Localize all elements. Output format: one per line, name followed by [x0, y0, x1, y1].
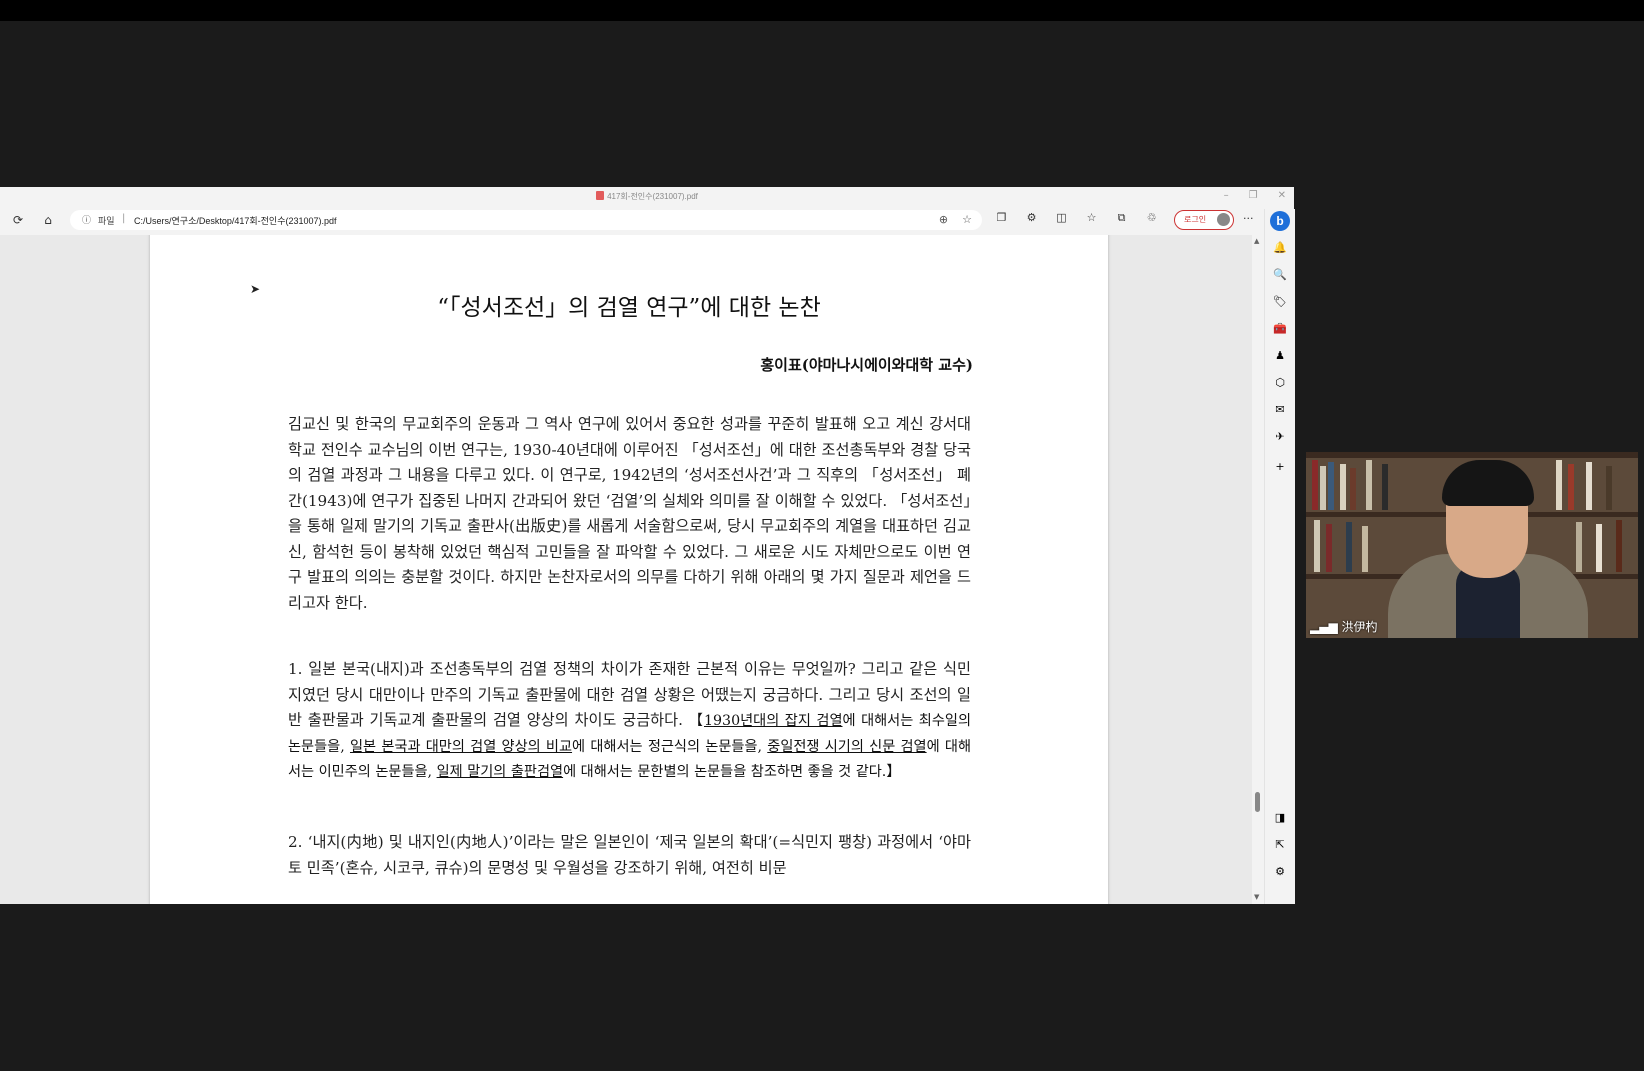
address-actions: ⊕ ☆: [939, 213, 972, 226]
window-controls: – ❐ ✕: [1224, 190, 1286, 201]
pdf-icon: [596, 191, 605, 200]
settings-gear-icon[interactable]: ⚙: [1271, 863, 1289, 881]
collections-icon[interactable]: ⧉: [1113, 211, 1130, 225]
tools-icon[interactable]: 🧰: [1271, 320, 1289, 338]
notifications-icon[interactable]: 🔔: [1271, 239, 1289, 257]
login-button[interactable]: 로그인: [1174, 210, 1234, 230]
extension-icon-1[interactable]: ❐: [993, 211, 1010, 225]
scroll-up-icon[interactable]: ▲: [1254, 237, 1259, 245]
bracket-close: 】: [886, 764, 901, 780]
person-hair: [1442, 460, 1534, 506]
login-label: 로그인: [1184, 215, 1207, 224]
book: [1312, 460, 1318, 510]
favorites-icon[interactable]: ☆: [1083, 211, 1100, 225]
document-title: “「성서조선」의 검열 연구”에 대한 논찬: [437, 295, 821, 321]
open-external-icon[interactable]: ⇱: [1271, 836, 1289, 854]
info-icon[interactable]: ⓘ: [82, 213, 91, 226]
reference-topic-1: 1930년대의 잡지 검열: [704, 713, 843, 729]
shelf-top: [1306, 452, 1638, 458]
participant-name: 洪伊杓: [1341, 620, 1378, 634]
mouse-cursor-icon: ➤: [250, 282, 261, 296]
reference-topic-2: 일본 본국과 대만의 검열 양상의 비교: [349, 738, 573, 755]
more-menu-icon[interactable]: ···: [1243, 212, 1254, 225]
book: [1596, 524, 1602, 572]
book: [1568, 464, 1574, 510]
outlook-icon[interactable]: ✉: [1271, 401, 1289, 419]
book: [1366, 460, 1372, 510]
sidebar-toggle-icon[interactable]: ◨: [1271, 809, 1289, 827]
book: [1340, 464, 1346, 510]
address-bar[interactable]: ⓘ 파일 | C:/Users/연구소/Desktop/417회-전인수(231…: [70, 210, 982, 230]
signal-strength-icon: ▂▄▆: [1310, 620, 1338, 634]
restore-button[interactable]: ❐: [1249, 190, 1258, 201]
bracket-open: 【: [688, 713, 704, 729]
reference-text-2: 에 대해서는 정근식의 논문들을,: [572, 738, 768, 755]
add-app-icon[interactable]: +: [1271, 458, 1289, 476]
title-bar: 417회-전인수(231007).pdf – ❐ ✕: [0, 187, 1294, 209]
book: [1328, 462, 1334, 510]
browser-essentials-icon[interactable]: ♲: [1143, 211, 1160, 225]
scroll-thumb[interactable]: [1255, 792, 1260, 812]
book: [1576, 522, 1582, 572]
book: [1320, 466, 1326, 510]
tab-title-text: 417회-전인수(231007).pdf: [607, 192, 698, 201]
book: [1314, 520, 1320, 572]
browser-window: 417회-전인수(231007).pdf – ❐ ✕ ⟳ ⌂ ⓘ 파일 | C:…: [0, 187, 1295, 904]
avatar-icon: [1217, 213, 1230, 226]
document-author: 홍이표(야마나시에이와대학 교수): [760, 356, 973, 374]
reference-text-4: 에 대해서는 문한별의 논문들을 참조하면 좋을 것 같다.: [563, 764, 887, 780]
reference-topic-4: 일제 말기의 출판검열: [436, 764, 564, 780]
extensions-puzzle-icon[interactable]: ⚙: [1023, 211, 1040, 225]
book: [1382, 464, 1388, 510]
book: [1346, 522, 1352, 572]
split-screen-icon[interactable]: ◫: [1053, 211, 1070, 225]
zoom-icon[interactable]: ⊕: [939, 213, 948, 226]
url-text[interactable]: C:/Users/연구소/Desktop/417회-전인수(231007).pd…: [134, 214, 337, 227]
paragraph-intro: 김교신 및 한국의 무교회주의 운동과 그 역사 연구에 있어서 중요한 성과를…: [288, 415, 971, 612]
search-icon[interactable]: 🔍: [1271, 266, 1289, 284]
minimize-button[interactable]: –: [1224, 190, 1229, 201]
book: [1616, 520, 1622, 572]
pdf-viewer[interactable]: “「성서조선」의 검열 연구”에 대한 논찬 홍이표(야마나시에이와대학 교수)…: [0, 235, 1252, 904]
home-icon[interactable]: ⌂: [39, 211, 57, 229]
shopping-tag-icon[interactable]: 🏷: [1271, 293, 1289, 311]
extension-icons: ❐ ⚙ ◫ ☆ ⧉ ♲: [993, 211, 1160, 225]
games-icon[interactable]: ♟: [1271, 347, 1289, 365]
favorite-star-icon[interactable]: ☆: [962, 213, 972, 226]
book: [1326, 524, 1332, 572]
close-button[interactable]: ✕: [1278, 190, 1286, 201]
scroll-down-icon[interactable]: ▼: [1254, 893, 1259, 901]
top-black-strip: [0, 0, 1644, 21]
video-tile[interactable]: ▂▄▆ 洪伊杓: [1306, 452, 1638, 638]
file-label: 파일: [98, 216, 115, 226]
book: [1606, 466, 1612, 510]
browser-toolbar: ⟳ ⌂ ⓘ 파일 | C:/Users/연구소/Desktop/417회-전인수…: [0, 209, 1294, 231]
book: [1350, 468, 1356, 510]
office-icon[interactable]: ⬡: [1271, 374, 1289, 392]
telegram-icon[interactable]: ✈: [1271, 428, 1289, 446]
participant-label: ▂▄▆ 洪伊杓: [1310, 618, 1378, 635]
paragraph-question-2: 2. ‘내지(内地) 및 내지인(内地人)’이라는 말은 일본인이 ‘제국 일본…: [288, 833, 971, 877]
book: [1556, 460, 1562, 510]
bing-copilot-icon[interactable]: b: [1270, 211, 1290, 231]
paragraph-question-1: 1. 일본 본국(내지)과 조선총독부의 검열 정책의 차이가 존재한 근본적 …: [288, 657, 971, 785]
book: [1362, 526, 1368, 572]
vertical-scrollbar[interactable]: ▲ ▼: [1252, 235, 1264, 904]
edge-sidebar: b 🔔 🔍 🏷 🧰 ♟ ⬡ ✉ ✈ + ◨ ⇱ ⚙: [1264, 209, 1295, 904]
reference-topic-3: 중일전쟁 시기의 신문 검열: [767, 738, 927, 755]
refresh-icon[interactable]: ⟳: [9, 211, 27, 229]
tab-title[interactable]: 417회-전인수(231007).pdf: [0, 191, 1294, 202]
address-separator: |: [122, 213, 126, 224]
book: [1586, 462, 1592, 510]
pdf-page: “「성서조선」의 검열 연구”에 대한 논찬 홍이표(야마나시에이와대학 교수)…: [150, 235, 1108, 904]
